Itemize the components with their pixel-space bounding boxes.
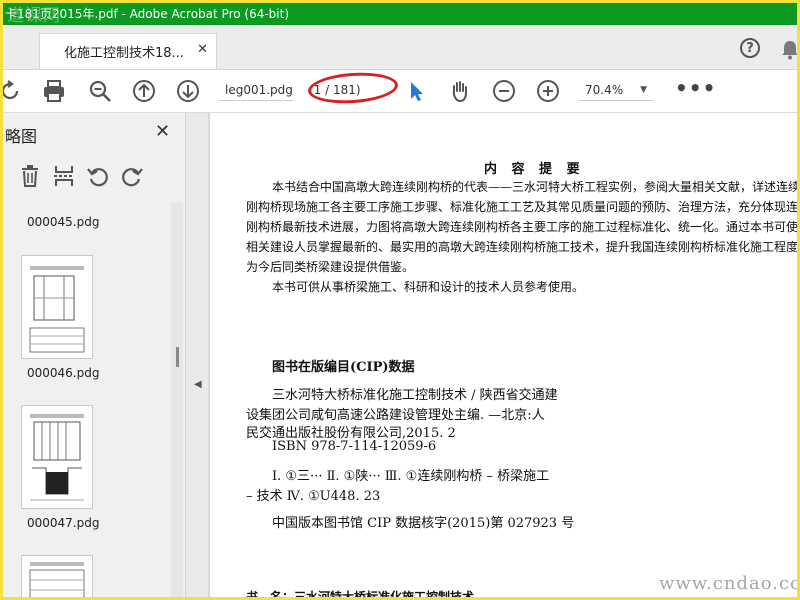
summary-heading: 内 容 提 要 (484, 162, 585, 177)
chevron-left-icon: ◀ (194, 379, 202, 390)
tab-label: 化施工控制技术18... (64, 46, 184, 61)
delete-icon[interactable] (17, 163, 43, 189)
panel-close-icon[interactable]: ✕ (155, 121, 170, 142)
cip-line: 三水河特大桥标准化施工控制技术 / 陕西省交通建 (272, 388, 558, 403)
page-down-icon[interactable] (175, 78, 201, 104)
title-bar: 卡181页2015年.pdf - Adobe Acrobat Pro (64-b… (3, 3, 797, 26)
cip-line: ISBN 978-7-114-12059-6 (272, 439, 437, 454)
book-title-line: 书 名：三水河特大桥标准化施工控制技术 (246, 590, 475, 597)
select-cursor-icon[interactable] (403, 78, 429, 104)
hand-icon[interactable] (447, 78, 473, 104)
panel-collapse-handle[interactable]: ◀ (186, 113, 208, 597)
zoom-out-magnifier-icon[interactable] (87, 78, 113, 104)
thumbnail-page-48[interactable] (21, 555, 93, 597)
rotate-icon[interactable] (3, 78, 23, 104)
cip-line: 中国版本图书馆 CIP 数据核字(2015)第 027923 号 (272, 516, 575, 531)
thumbnail-page-46[interactable] (21, 255, 93, 359)
page-watermark: www.cndao.com (659, 573, 797, 594)
thumbnail-label: 000046.pdg (27, 366, 100, 380)
more-options-icon[interactable]: ••• (675, 76, 716, 100)
panel-title: 略图 (5, 127, 38, 146)
summary-line: 为今后同类桥梁建设提供借鉴。 (246, 260, 415, 274)
thumbnail-page-47[interactable] (21, 405, 93, 509)
scrollbar-grip[interactable] (176, 347, 179, 367)
site-watermark: 道课网 (7, 6, 61, 26)
zoom-in-icon[interactable] (535, 78, 561, 104)
chevron-down-icon: ▼ (640, 85, 647, 95)
zoom-level-value: 70.4% (585, 83, 624, 97)
cip-heading: 图书在版编目(CIP)数据 (272, 360, 415, 375)
page-up-icon[interactable] (131, 78, 157, 104)
extract-icon[interactable] (51, 163, 77, 189)
panel-toolbar (3, 163, 185, 193)
summary-line: 刚构桥现场施工各主要工序施工步骤、标准化施工工艺及其常见质量问题的预防、治理方法… (246, 200, 800, 214)
toolbar: leg001.pdg (1 / 181) 70.4% ▼ ••• (3, 70, 797, 113)
summary-line: 刚构桥最新技术进展，力图将高墩大跨连续刚构桥各主要工序的施工过程标准化、统一化。… (246, 220, 799, 234)
print-icon[interactable] (41, 78, 67, 104)
summary-line: 本书结合中国高墩大跨连续刚构桥的代表——三水河特大桥工程实例，参阅大量相关文献，… (272, 180, 800, 194)
thumbnail-label: 000045.pdg (27, 215, 100, 229)
zoom-out-icon[interactable] (491, 78, 517, 104)
tab-bar: 化施工控制技术18... ✕ (3, 25, 797, 70)
document-name-field[interactable]: leg001.pdg (219, 79, 293, 101)
zoom-level-select[interactable]: 70.4% ▼ (579, 79, 653, 101)
document-viewer: ◀ 内 容 提 要 本书结合中国高墩大跨连续刚构桥的代表——三水河特大桥工程实例… (186, 113, 797, 597)
app-window: 卡181页2015年.pdf - Adobe Acrobat Pro (64-b… (0, 0, 800, 600)
summary-line: 本书可供从事桥梁施工、科研和设计的技术人员参考使用。 (272, 280, 585, 294)
thumbnail-scrollbar[interactable] (171, 203, 183, 597)
redo-rotate-icon[interactable] (119, 163, 145, 189)
thumbnail-label: 000047.pdg (27, 516, 100, 530)
tab-close-icon[interactable]: ✕ (197, 42, 208, 57)
undo-rotate-icon[interactable] (85, 163, 111, 189)
document-page: 内 容 提 要 本书结合中国高墩大跨连续刚构桥的代表——三水河特大桥工程实例，参… (210, 113, 800, 597)
document-tab[interactable]: 化施工控制技术18... ✕ (39, 33, 217, 69)
cip-line: Ⅰ. ①三··· Ⅱ. ①陕··· Ⅲ. ①连续刚构桥 – 桥梁施工 (272, 469, 550, 484)
help-icon[interactable]: ? (740, 38, 760, 58)
thumbnail-panel: 略图 ✕ 000045.pdg 000046.pdg 000047.pdg (3, 113, 186, 597)
cip-line: 设集团公司咸旬高速公路建设管理处主编. —北京:人 (246, 408, 545, 423)
cip-line: – 技术 Ⅳ. ①U448. 23 (246, 489, 381, 504)
bell-icon[interactable] (781, 40, 797, 64)
summary-line: 相关建设人员掌握最新的、最实用的高墩大跨连续刚构桥施工技术，提升我国连续刚构桥标… (246, 240, 800, 254)
